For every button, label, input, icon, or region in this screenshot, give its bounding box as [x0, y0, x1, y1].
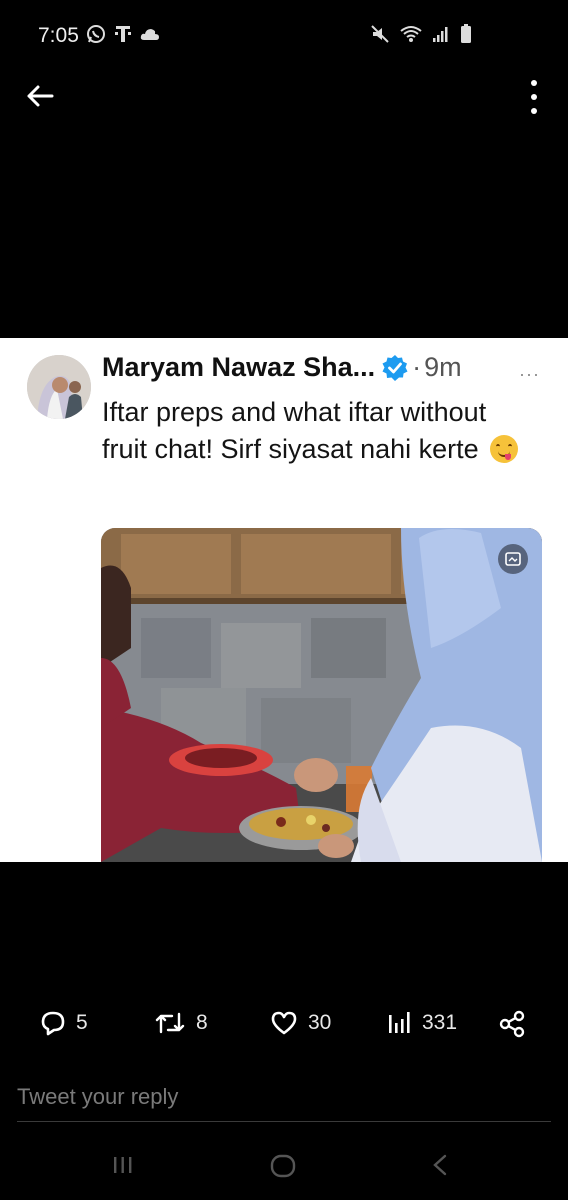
vertical-dots-icon	[531, 80, 537, 86]
cloud-icon	[140, 29, 159, 40]
reply-input[interactable]	[17, 1080, 551, 1110]
system-back-button[interactable]	[432, 1154, 448, 1181]
face-savoring-food-emoji	[490, 435, 519, 463]
whatsapp-icon	[87, 25, 105, 43]
signal-icon	[433, 27, 448, 42]
tweet-more-icon[interactable]: ···	[519, 364, 540, 385]
battery-icon	[461, 24, 471, 43]
like-count: 30	[308, 1011, 332, 1034]
views-bar-chart-icon	[389, 1012, 410, 1033]
status-time: 7:05	[38, 24, 79, 47]
tmobile-icon	[115, 26, 131, 42]
status-left-icons	[86, 24, 160, 44]
more-options-button[interactable]	[524, 80, 544, 114]
verified-badge-icon	[382, 354, 408, 381]
reply-icon	[41, 1011, 65, 1036]
media-badge[interactable]	[498, 544, 528, 574]
tweet-media-image[interactable]	[101, 528, 542, 862]
status-right-icons	[370, 24, 472, 44]
tweet-header: Maryam Nawaz Sha... · 9m	[102, 352, 462, 383]
home-icon	[270, 1154, 296, 1178]
like-action[interactable]: 30	[270, 1010, 331, 1036]
tweet-separator: ·	[412, 352, 422, 382]
reply-area	[17, 1080, 551, 1122]
image-badge-icon	[505, 552, 521, 566]
tweet-time: 9m	[424, 352, 462, 382]
arrow-left-icon	[27, 85, 54, 107]
views-count: 331	[422, 1011, 458, 1034]
tweet-actions: 5 8 30 331	[0, 1010, 568, 1050]
share-action[interactable]	[498, 1010, 526, 1038]
tweet-card[interactable]: Maryam Nawaz Sha... · 9m ··· Iftar preps…	[0, 338, 568, 862]
wifi-icon	[400, 26, 422, 42]
share-icon	[499, 1010, 525, 1038]
status-bar: 7:05	[0, 0, 568, 70]
top-navigation	[0, 78, 568, 118]
retweet-count: 8	[196, 1011, 208, 1034]
heart-icon	[271, 1011, 297, 1035]
recents-button[interactable]	[112, 1154, 134, 1181]
recents-icon	[114, 1157, 132, 1173]
reply-count: 5	[76, 1011, 88, 1034]
retweet-action[interactable]: 8	[154, 1010, 208, 1036]
tweet-text-body: Iftar preps and what iftar without fruit…	[102, 397, 487, 464]
android-navigation-bar	[0, 1148, 568, 1188]
retweet-icon	[155, 1012, 185, 1034]
back-chevron-icon	[433, 1154, 447, 1176]
reply-action[interactable]: 5	[40, 1010, 88, 1036]
avatar[interactable]	[27, 355, 91, 419]
tweet-text: Iftar preps and what iftar without fruit…	[102, 394, 532, 468]
author-name[interactable]: Maryam Nawaz Sha...	[102, 352, 375, 383]
mute-icon	[371, 25, 389, 43]
home-button[interactable]	[270, 1154, 296, 1183]
back-button[interactable]	[24, 78, 56, 114]
views-action[interactable]: 331	[386, 1010, 457, 1036]
